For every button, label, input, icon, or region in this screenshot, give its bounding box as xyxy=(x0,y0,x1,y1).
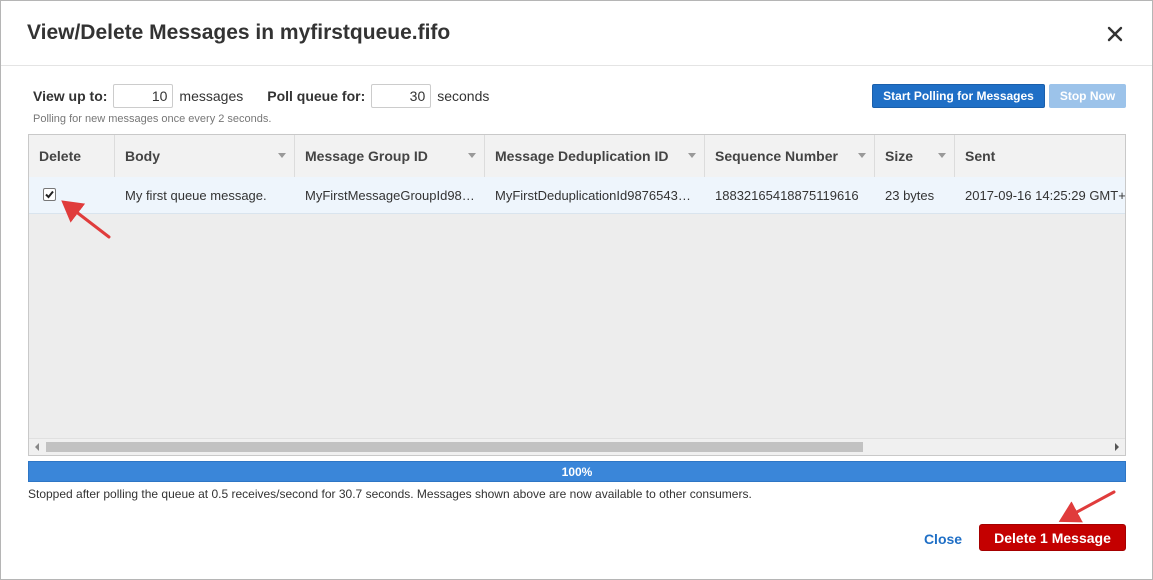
body-cell: My first queue message. xyxy=(125,187,267,203)
column-header-deduplication-id[interactable]: Message Deduplication ID xyxy=(485,135,705,177)
sent-cell: 2017-09-16 14:25:29 GMT+ xyxy=(965,187,1126,203)
polling-hint: Polling for new messages once every 2 se… xyxy=(33,113,272,125)
table-row[interactable]: My first queue message. MyFirstMessageGr… xyxy=(29,177,1125,214)
delete-message-button[interactable]: Delete 1 Message xyxy=(979,524,1126,551)
poll-seconds-input[interactable] xyxy=(371,84,432,108)
checkbox-checked-icon[interactable] xyxy=(43,188,56,201)
horizontal-scrollbar[interactable] xyxy=(29,438,1125,455)
scroll-left-arrow-icon[interactable] xyxy=(35,443,39,451)
sort-caret-icon[interactable] xyxy=(858,153,866,158)
close-button[interactable]: Close xyxy=(917,528,969,550)
column-header-body[interactable]: Body xyxy=(115,135,295,177)
view-up-to-label: View up to: xyxy=(33,88,108,104)
column-header-label: Message Group ID xyxy=(305,148,428,164)
stop-now-button[interactable]: Stop Now xyxy=(1049,84,1126,108)
messages-table: Delete Body Message Group ID Message Ded… xyxy=(28,134,1126,456)
view-delete-messages-dialog: View/Delete Messages in myfirstqueue.fif… xyxy=(0,0,1153,580)
status-message: Stopped after polling the queue at 0.5 r… xyxy=(28,487,752,501)
column-header-sequence-number[interactable]: Sequence Number xyxy=(705,135,875,177)
column-header-label: Size xyxy=(885,148,914,164)
view-up-to-input[interactable] xyxy=(113,84,174,108)
column-header-label: Sent xyxy=(965,148,996,164)
polling-progress-bar: 100% xyxy=(28,461,1126,482)
column-header-label: Delete xyxy=(39,148,82,164)
table-header: Delete Body Message Group ID Message Ded… xyxy=(29,135,1125,178)
polling-controls: View up to: messages Poll queue for: sec… xyxy=(33,83,489,109)
column-header-size[interactable]: Size xyxy=(875,135,955,177)
dedup-id-cell: MyFirstDeduplicationId9876543… xyxy=(495,187,691,203)
size-cell: 23 bytes xyxy=(885,187,935,203)
messages-unit-label: messages xyxy=(179,88,244,104)
sort-caret-icon[interactable] xyxy=(688,153,696,158)
column-header-message-group-id[interactable]: Message Group ID xyxy=(295,135,485,177)
column-header-delete[interactable]: Delete xyxy=(29,135,115,177)
close-icon[interactable] xyxy=(1104,23,1126,45)
sort-caret-icon[interactable] xyxy=(938,153,946,158)
sequence-number-cell: 18832165418875119616 xyxy=(715,187,859,203)
column-header-label: Body xyxy=(125,148,160,164)
delete-cell xyxy=(29,177,115,213)
start-polling-button[interactable]: Start Polling for Messages xyxy=(872,84,1045,108)
sort-caret-icon[interactable] xyxy=(278,153,286,158)
column-header-sent[interactable]: Sent xyxy=(955,135,1125,177)
poll-queue-label: Poll queue for: xyxy=(267,88,366,104)
progress-label: 100% xyxy=(561,465,593,479)
scroll-right-arrow-icon[interactable] xyxy=(1115,443,1119,451)
dialog-title: View/Delete Messages in myfirstqueue.fif… xyxy=(27,21,451,44)
sort-caret-icon[interactable] xyxy=(468,153,476,158)
dialog-header: View/Delete Messages in myfirstqueue.fif… xyxy=(1,1,1152,66)
column-header-label: Message Deduplication ID xyxy=(495,148,669,164)
scrollbar-thumb[interactable] xyxy=(46,442,863,452)
seconds-unit-label: seconds xyxy=(437,88,490,104)
group-id-cell: MyFirstMessageGroupId98… xyxy=(305,187,475,203)
column-header-label: Sequence Number xyxy=(715,148,838,164)
